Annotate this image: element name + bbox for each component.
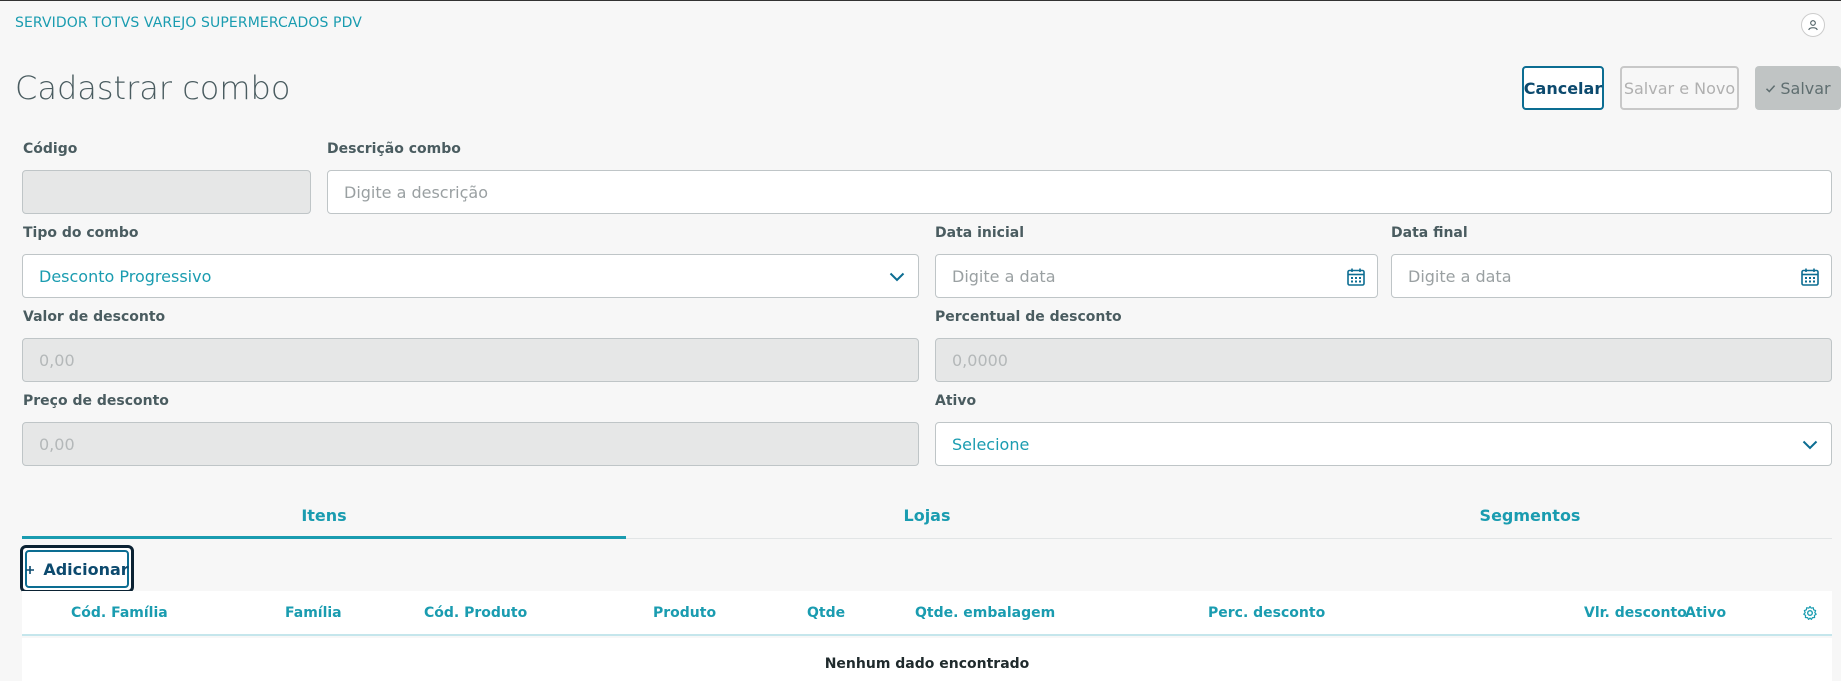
tab-itens[interactable]: Itens [22,506,626,525]
plus-icon [25,560,35,579]
column-header[interactable]: Vlr. desconto [1584,605,1687,621]
tipo-combo-label: Tipo do combo [23,225,139,241]
descricao-input[interactable]: Digite a descrição [327,170,1832,214]
percentual-desconto-label: Percentual de desconto [935,309,1122,325]
empty-state: Nenhum dado encontrado [824,656,1030,672]
data-final-input[interactable]: Digite a data [1391,254,1832,298]
column-header[interactable]: Produto [653,605,716,621]
column-header[interactable]: Família [285,605,342,621]
items-table-body: Nenhum dado encontrado [22,638,1832,681]
save-button[interactable]: Salvar [1755,66,1841,110]
cancel-button[interactable]: Cancelar [1522,66,1604,110]
tab-segmentos[interactable]: Segmentos [1228,506,1832,525]
app-title: SERVIDOR TOTVS VAREJO SUPERMERCADOS PDV [15,15,362,31]
column-header[interactable]: Qtde. embalagem [915,605,1055,621]
column-header[interactable]: Cód. Família [71,605,168,621]
preco-desconto-label: Preço de desconto [23,393,169,409]
data-inicial-label: Data inicial [935,225,1024,241]
tipo-combo-value: Desconto Progressivo [39,266,212,286]
column-header[interactable]: Ativo [1685,605,1726,621]
save-and-new-button[interactable]: Salvar e Novo [1620,66,1739,110]
data-final-placeholder: Digite a data [1408,266,1512,286]
check-icon [1765,79,1776,98]
percentual-desconto-field[interactable]: 0,0000 [935,338,1832,382]
tab-lojas[interactable]: Lojas [626,506,1228,525]
add-item-label: Adicionar [43,559,129,579]
ativo-value: Selecione [952,434,1030,454]
preco-desconto-field[interactable]: 0,00 [22,422,919,466]
tipo-combo-select[interactable]: Desconto Progressivo [22,254,919,298]
valor-desconto-label: Valor de desconto [23,309,166,325]
calendar-icon[interactable] [1799,266,1821,288]
calendar-icon[interactable] [1345,266,1367,288]
valor-desconto-field[interactable]: 0,00 [22,338,919,382]
column-header[interactable]: Cód. Produto [424,605,527,621]
column-header[interactable]: Qtde [807,605,845,621]
column-header[interactable]: Perc. desconto [1208,605,1325,621]
save-button-label: Salvar [1780,78,1831,98]
active-tab-indicator [22,536,626,539]
codigo-field[interactable] [22,170,311,214]
user-menu-button[interactable] [1801,13,1825,37]
codigo-label: Código [23,141,78,157]
data-inicial-placeholder: Digite a data [952,266,1056,286]
descricao-label: Descrição combo [327,141,461,157]
ativo-label: Ativo [935,393,977,409]
data-final-label: Data final [1391,225,1468,241]
items-table-header: Cód. Família Família Cód. Produto Produt… [22,591,1832,636]
chevron-down-icon [1799,434,1821,456]
data-inicial-input[interactable]: Digite a data [935,254,1378,298]
ativo-select[interactable]: Selecione [935,422,1832,466]
page-title: Cadastrar combo [15,69,291,107]
chevron-down-icon [886,266,908,288]
gear-icon[interactable] [1802,605,1818,625]
user-icon [1807,16,1819,35]
add-item-button[interactable]: Adicionar [20,545,134,593]
